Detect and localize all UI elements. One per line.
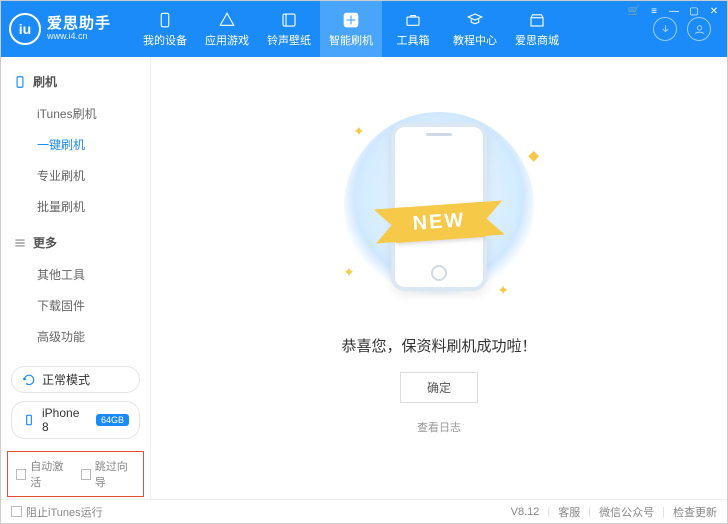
- sidebar: 刷机 iTunes刷机 一键刷机 专业刷机 批量刷机 更多 其他工具 下载固件 …: [1, 57, 151, 499]
- sparkle-icon: ✦: [497, 282, 509, 299]
- nav-label: 爱思商城: [515, 32, 559, 48]
- nav-label: 教程中心: [453, 32, 497, 48]
- nav-label: 智能刷机: [329, 32, 373, 48]
- download-button[interactable]: [653, 17, 677, 41]
- checkbox-icon: [16, 469, 26, 480]
- status-bar: 阻止iTunes运行 V8.12 | 客服 | 微信公众号 | 检查更新: [1, 499, 727, 523]
- sidebar-item-batch-flash[interactable]: 批量刷机: [1, 191, 150, 222]
- phone-icon: [13, 75, 27, 89]
- window-controls: 🛒 ≡ — ▢ ✕: [627, 4, 721, 18]
- nav-apps[interactable]: 应用游戏: [196, 1, 258, 57]
- ok-button[interactable]: 确定: [400, 372, 478, 403]
- device-icon: [156, 11, 174, 29]
- logo: iu 爱思助手 www.i4.cn: [9, 13, 134, 45]
- flash-options-highlight: 自动激活 跳过向导: [7, 451, 144, 497]
- maximize-button[interactable]: ▢: [687, 4, 701, 18]
- minimize-button[interactable]: —: [667, 4, 681, 18]
- sparkle-icon: ✦: [353, 123, 365, 140]
- nav-ringtone[interactable]: 铃声壁纸: [258, 1, 320, 57]
- sidebar-item-other-tools[interactable]: 其他工具: [1, 259, 150, 290]
- store-icon: [528, 11, 546, 29]
- block-itunes-checkbox[interactable]: 阻止iTunes运行: [11, 504, 103, 520]
- title-bar: iu 爱思助手 www.i4.cn 我的设备 应用游戏 铃声壁纸 智能刷机: [1, 1, 727, 57]
- success-message: 恭喜您，保资料刷机成功啦！: [341, 335, 536, 356]
- nav-toolbox[interactable]: 工具箱: [382, 1, 444, 57]
- close-button[interactable]: ✕: [707, 4, 721, 18]
- cart-icon[interactable]: 🛒: [627, 4, 641, 18]
- checkbox-label: 跳过向导: [95, 458, 135, 490]
- phone-small-icon: [22, 413, 36, 427]
- checkbox-label: 自动激活: [30, 458, 70, 490]
- view-log-link[interactable]: 查看日志: [417, 419, 461, 435]
- auto-activate-checkbox[interactable]: 自动激活: [16, 458, 71, 490]
- device-name: iPhone 8: [42, 406, 88, 434]
- wechat-link[interactable]: 微信公众号: [599, 504, 654, 520]
- mode-pill[interactable]: 正常模式: [11, 366, 140, 393]
- user-button[interactable]: [687, 17, 711, 41]
- version-label: V8.12: [511, 506, 540, 518]
- nav-my-device[interactable]: 我的设备: [134, 1, 196, 57]
- new-ribbon: NEW: [394, 202, 485, 243]
- ringtone-icon: [280, 11, 298, 29]
- nav-flash[interactable]: 智能刷机: [320, 1, 382, 57]
- sidebar-item-oneclick-flash[interactable]: 一键刷机: [1, 129, 150, 160]
- checkbox-icon: [81, 469, 91, 480]
- check-update-link[interactable]: 检查更新: [673, 504, 717, 520]
- sidebar-item-itunes-flash[interactable]: iTunes刷机: [1, 98, 150, 129]
- support-link[interactable]: 客服: [558, 504, 580, 520]
- menu-icon[interactable]: ≡: [647, 4, 661, 18]
- nav-label: 工具箱: [397, 32, 430, 48]
- device-pill[interactable]: iPhone 8 64GB: [11, 401, 140, 439]
- storage-badge: 64GB: [96, 414, 129, 426]
- sidebar-item-advanced[interactable]: 高级功能: [1, 321, 150, 352]
- sidebar-item-pro-flash[interactable]: 专业刷机: [1, 160, 150, 191]
- main-content: ✦ ✦ ◆ ✦ NEW 恭喜您，保资料刷机成功啦！ 确定 查看日志: [151, 57, 727, 499]
- refresh-icon: [22, 373, 36, 387]
- app-title: 爱思助手: [47, 16, 111, 33]
- success-illustration: ✦ ✦ ◆ ✦ NEW: [319, 97, 559, 317]
- sidebar-item-download-firmware[interactable]: 下载固件: [1, 290, 150, 321]
- nav-tutorial[interactable]: 教程中心: [444, 1, 506, 57]
- nav-label: 铃声壁纸: [267, 32, 311, 48]
- nav-store[interactable]: 爱思商城: [506, 1, 568, 57]
- nav-label: 应用游戏: [205, 32, 249, 48]
- logo-icon: iu: [9, 13, 41, 45]
- sidebar-section-flash: 刷机: [1, 67, 150, 96]
- mode-label: 正常模式: [42, 371, 90, 388]
- menu-lines-icon: [13, 236, 27, 250]
- checkbox-icon: [11, 506, 22, 517]
- checkbox-label: 阻止iTunes运行: [26, 504, 103, 520]
- skip-guide-checkbox[interactable]: 跳过向导: [81, 458, 136, 490]
- sparkle-icon: ✦: [343, 264, 355, 281]
- toolbox-icon: [404, 11, 422, 29]
- nav-label: 我的设备: [143, 32, 187, 48]
- sparkle-icon: ◆: [528, 147, 539, 164]
- top-nav: 我的设备 应用游戏 铃声壁纸 智能刷机 工具箱 教程中心: [134, 1, 568, 57]
- app-subtitle: www.i4.cn: [47, 32, 111, 42]
- section-title: 更多: [33, 234, 57, 251]
- flash-icon: [342, 11, 360, 29]
- section-title: 刷机: [33, 73, 57, 90]
- tutorial-icon: [466, 11, 484, 29]
- sidebar-section-more: 更多: [1, 228, 150, 257]
- apps-icon: [218, 11, 236, 29]
